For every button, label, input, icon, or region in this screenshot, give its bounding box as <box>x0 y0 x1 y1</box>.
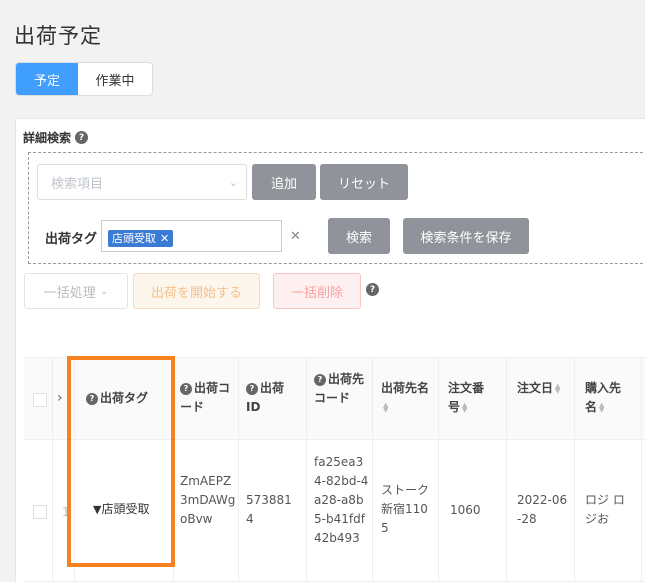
tag-chip: 店頭受取 ✕ <box>108 229 174 247</box>
status-tabs: 予定 作業中 <box>15 62 153 96</box>
close-icon[interactable]: ✕ <box>290 229 301 244</box>
start-shipping-button[interactable]: 出荷を開始する <box>133 273 260 309</box>
header-id[interactable]: ? 出荷ID <box>246 379 298 417</box>
header-buyer[interactable]: 購入先名 ▲ ▼ <box>585 379 631 417</box>
advanced-search-header: 詳細検索 ? <box>23 129 89 146</box>
tag-chip-label: 店頭受取 <box>112 232 156 245</box>
shipping-tag-label: 出荷タグ <box>45 232 98 247</box>
sort-icon[interactable]: ▲ ▼ <box>555 382 560 394</box>
row-order-date: 2022-06-28 <box>517 493 568 526</box>
row-order-no: 1060 <box>450 503 481 517</box>
bulk-delete-button[interactable]: 一括削除 <box>273 273 361 309</box>
help-icon[interactable]: ? <box>75 131 89 144</box>
chevron-down-icon: ⌄ <box>99 285 109 297</box>
chip-remove-icon[interactable]: ✕ <box>160 232 169 245</box>
reset-button[interactable]: リセット <box>320 164 408 200</box>
header-order-date[interactable]: 注文日 ▲ ▼ <box>517 379 577 398</box>
help-icon: ? <box>314 373 326 386</box>
header-code[interactable]: ? 出荷コード <box>180 379 236 417</box>
tab-scheduled[interactable]: 予定 <box>16 63 78 95</box>
bulk-action-dropdown[interactable]: 一括処理 ⌄ <box>24 273 128 309</box>
help-icon[interactable]: ? <box>366 283 379 296</box>
save-search-button[interactable]: 検索条件を保存 <box>403 218 529 254</box>
row-checkbox[interactable] <box>33 505 47 519</box>
chevron-down-icon: ⌄ <box>228 176 238 189</box>
search-field-select[interactable]: 検索項目 ⌄ <box>37 164 247 200</box>
expand-chevron-icon[interactable]: › <box>57 389 63 408</box>
tab-in-progress[interactable]: 作業中 <box>78 63 152 95</box>
header-dest-code[interactable]: ? 出荷先コード <box>314 370 366 408</box>
help-icon: ? <box>246 382 258 395</box>
search-button[interactable]: 検索 <box>328 218 390 254</box>
sort-icon[interactable]: ▲ ▼ <box>599 401 604 413</box>
tag-column-highlight <box>67 356 175 567</box>
search-field-placeholder: 検索項目 <box>51 176 104 192</box>
sort-icon[interactable]: ▲ ▼ <box>462 401 467 413</box>
row-id: 5738814 <box>246 493 292 526</box>
shipping-tag-input[interactable]: 店頭受取 ✕ <box>101 220 282 252</box>
bulk-action-label: 一括処理 <box>43 285 96 301</box>
help-icon: ? <box>180 382 192 395</box>
add-button[interactable]: 追加 <box>252 164 316 200</box>
page-title: 出荷予定 <box>14 24 102 48</box>
row-code: ZmAEPZ3mDAWgoBvw <box>180 474 236 526</box>
row-dest-name: ストーク新宿1105 <box>381 483 430 535</box>
header-order-no[interactable]: 注文番号 ▲ ▼ <box>448 379 490 417</box>
select-all-checkbox[interactable] <box>33 393 47 407</box>
row-dest-code: fa25ea34-82bd-4a28-a8b5-b41fdf42b493 <box>314 455 369 545</box>
sort-icon[interactable]: ▲ ▼ <box>383 401 388 413</box>
row-buyer: ロジ ロジお <box>585 493 625 526</box>
header-dest-name[interactable]: 出荷先名▲ ▼ <box>381 379 431 417</box>
advanced-search-label: 詳細検索 <box>23 131 72 145</box>
